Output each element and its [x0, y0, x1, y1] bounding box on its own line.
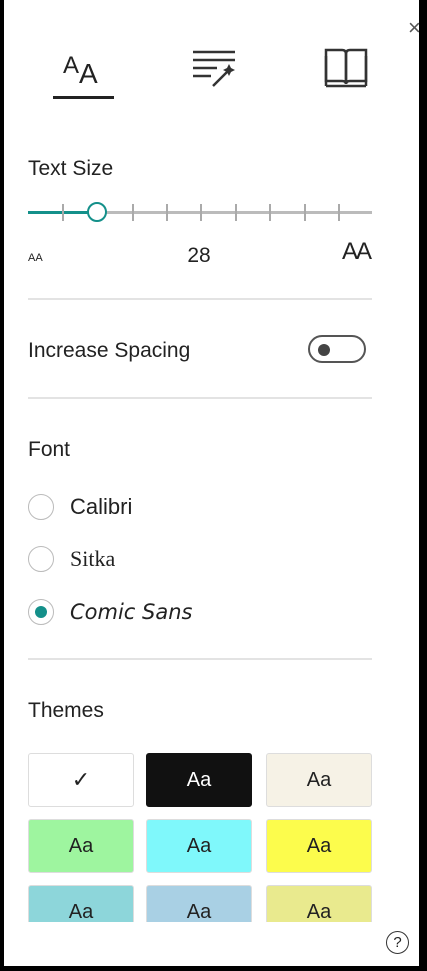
close-icon[interactable]: × [408, 14, 419, 42]
footer-bar [4, 922, 419, 966]
svg-text:A: A [79, 58, 98, 87]
font-option-label: Comic Sans [70, 600, 193, 624]
tab-reading-preferences[interactable] [320, 42, 372, 92]
font-option-sitka[interactable]: Sitka [28, 544, 115, 574]
slider-tick [200, 204, 202, 221]
slider-tick [235, 204, 237, 221]
increase-size-glyph: AA [342, 238, 372, 265]
font-option-label: Calibri [70, 494, 133, 519]
theme-swatch[interactable]: Aa [266, 819, 372, 873]
theme-swatch[interactable]: Aa [266, 753, 372, 807]
themes-heading: Themes [28, 699, 104, 722]
slider-tick [62, 204, 64, 221]
font-heading: Font [28, 438, 71, 461]
tab-grammar-options[interactable] [186, 42, 242, 92]
grammar-wand-icon [193, 50, 235, 87]
theme-swatch[interactable]: Aa [146, 819, 252, 873]
theme-label: Aa [306, 768, 332, 791]
font-option-label: Sitka [70, 546, 116, 571]
increase-spacing-label: Increase Spacing [28, 339, 191, 362]
theme-label: Aa [68, 900, 94, 923]
check-icon: ✓ [71, 767, 91, 792]
theme-label: Aa [68, 834, 94, 857]
theme-label: Aa [186, 768, 212, 791]
font-option-calibri[interactable]: Calibri [28, 492, 132, 522]
text-size-heading: Text Size [28, 157, 114, 180]
decrease-size-glyph: AA [28, 252, 43, 264]
theme-label: Aa [306, 900, 332, 923]
theme-swatch[interactable]: Aa [146, 753, 252, 807]
immersive-reader-panel: × A A Text Size AA 28 AA Increase Spacin… [4, 0, 419, 966]
slider-tick [166, 204, 168, 221]
theme-label: Aa [306, 834, 332, 857]
font-option-comic-sans[interactable]: Comic Sans [28, 597, 192, 627]
divider [28, 658, 372, 660]
theme-swatch[interactable]: Aa [28, 819, 134, 873]
radio-button[interactable] [28, 494, 54, 520]
text-size-value: 28 [187, 244, 211, 267]
toggle-knob [318, 344, 330, 356]
slider-tick [269, 204, 271, 221]
tab-text-preferences[interactable]: A A [52, 42, 114, 92]
slider-thumb[interactable] [86, 202, 107, 222]
help-icon[interactable]: ? [386, 931, 409, 954]
theme-label: Aa [186, 834, 212, 857]
svg-text:A: A [63, 52, 79, 79]
divider [28, 397, 372, 399]
radio-button[interactable] [28, 546, 54, 572]
theme-swatch[interactable]: ✓ [28, 753, 134, 807]
selected-tab-indicator [53, 96, 114, 99]
divider [28, 298, 372, 300]
theme-label: Aa [186, 900, 212, 923]
slider-tick [304, 204, 306, 221]
slider-tick [338, 204, 340, 221]
slider-tick [132, 204, 134, 221]
text-size-icon: A A [63, 52, 98, 87]
increase-spacing-toggle[interactable] [308, 335, 366, 363]
radio-button-selected[interactable] [28, 599, 54, 625]
book-icon [324, 48, 368, 88]
